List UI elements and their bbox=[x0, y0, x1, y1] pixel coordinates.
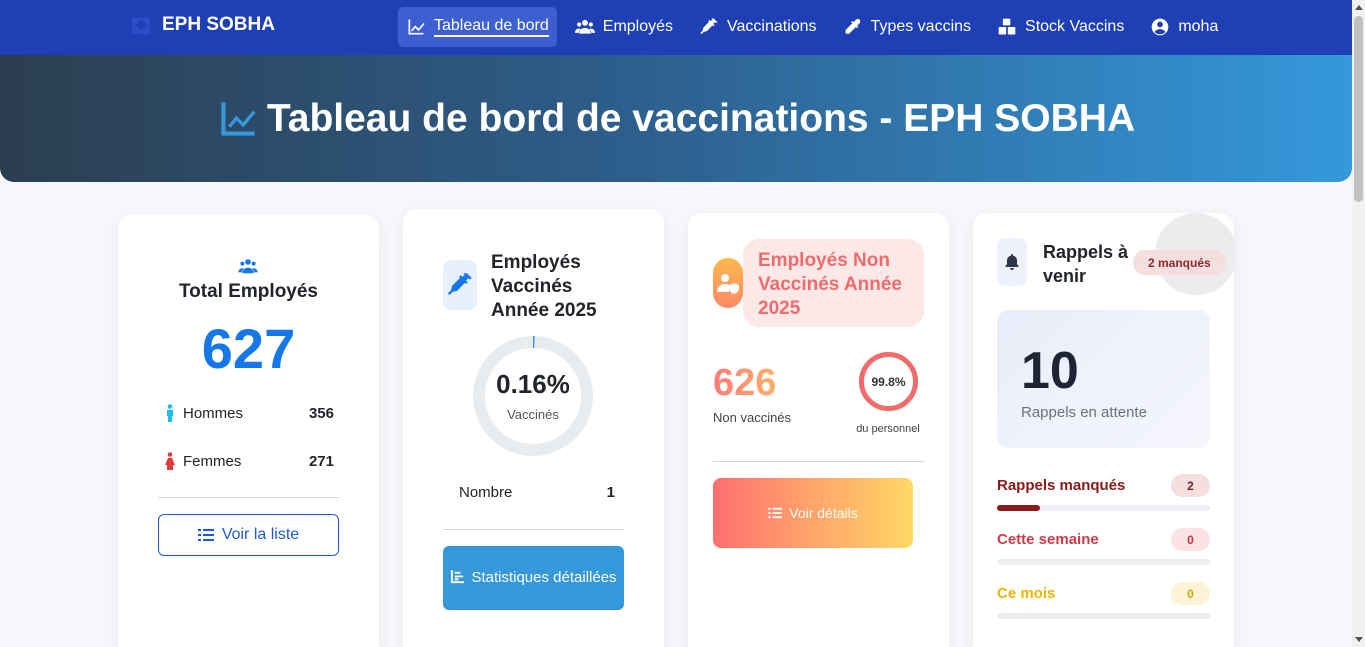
total-count: 627 bbox=[201, 317, 296, 380]
stat-this-week: Cette semaine 0 bbox=[997, 528, 1210, 565]
missed-badge: 2 manqués bbox=[1133, 250, 1226, 275]
stat-missed: Rappels manqués 2 bbox=[997, 474, 1210, 511]
stat-track bbox=[997, 559, 1210, 565]
stat-fill bbox=[997, 505, 1040, 511]
brand-name: EPH SOBHA bbox=[162, 14, 275, 35]
detailed-stats-button[interactable]: Statistiques détaillées bbox=[443, 546, 624, 610]
nav-label: moha bbox=[1178, 18, 1219, 35]
nav-item-vaccinations[interactable]: Vaccinations bbox=[691, 7, 825, 47]
chart-bar-icon bbox=[451, 569, 465, 584]
card-title: Employés Vaccinés Année 2025 bbox=[491, 252, 597, 321]
women-value: 271 bbox=[308, 452, 334, 470]
female-icon bbox=[165, 452, 175, 470]
male-icon bbox=[167, 404, 173, 422]
scrollbar-thumb[interactable] bbox=[1354, 16, 1363, 202]
nav-label: Employés bbox=[602, 18, 674, 35]
chart-line-icon bbox=[408, 19, 425, 35]
count-label: Nombre bbox=[459, 484, 513, 501]
card-title: Total Employés bbox=[178, 281, 318, 302]
card-title: Rappels à venir bbox=[1043, 242, 1129, 286]
count-value: 1 bbox=[606, 484, 615, 501]
women-row: Femmes 271 bbox=[164, 452, 334, 470]
stat-badge: 0 bbox=[1171, 582, 1210, 605]
syringe-icon bbox=[447, 272, 472, 296]
stat-track bbox=[997, 613, 1210, 619]
boxes-icon bbox=[998, 18, 1016, 35]
unvaccinated-count: 626 bbox=[713, 362, 777, 404]
divider bbox=[158, 497, 339, 498]
users-icon bbox=[574, 19, 595, 34]
count-row: Nombre 1 bbox=[459, 484, 615, 501]
user-shield-icon bbox=[717, 274, 739, 294]
stat-this-month: Ce mois 0 bbox=[997, 582, 1210, 619]
women-label: Femmes bbox=[183, 452, 242, 470]
nav-item-employes[interactable]: Employés bbox=[567, 7, 681, 47]
card-reminders: Rappels à venir 2 manqués 10 Rappels en … bbox=[973, 213, 1234, 647]
eyedropper-icon bbox=[845, 18, 860, 34]
hero-banner: Tableau de bord de vaccinations - EPH SO… bbox=[0, 55, 1352, 182]
nav-item-stock-vaccins[interactable]: Stock Vaccins bbox=[989, 7, 1132, 47]
bell-icon bbox=[1005, 254, 1019, 270]
nav-label: Tableau de bord bbox=[434, 17, 549, 37]
pending-count: 10 bbox=[1021, 342, 1079, 400]
button-label: Statistiques détaillées bbox=[471, 569, 617, 586]
pending-label: Rappels en attente bbox=[1021, 404, 1147, 421]
men-label: Hommes bbox=[183, 404, 244, 422]
scroll-down-icon[interactable] bbox=[1355, 637, 1363, 642]
vaccinated-percent: 0.16% bbox=[496, 369, 570, 399]
card-total-employes: Total Employés 627 Hommes 356 Femmes 271… bbox=[118, 214, 379, 647]
men-value: 356 bbox=[308, 404, 334, 422]
syringe-icon bbox=[700, 18, 718, 35]
unvaccinated-count-label: Non vaccinés bbox=[713, 410, 792, 425]
button-label: Voir détails bbox=[789, 505, 858, 521]
nav-item-user-menu[interactable]: moha bbox=[1142, 7, 1226, 47]
page-scrollbar[interactable] bbox=[1352, 0, 1365, 647]
top-navbar: EPH SOBHA Tableau de bord Employés Vacci… bbox=[0, 0, 1352, 55]
stat-track bbox=[997, 505, 1210, 511]
syringe-icon-box bbox=[443, 260, 477, 310]
divider bbox=[713, 461, 924, 462]
unvaccinated-percent: 99.8% bbox=[871, 375, 906, 389]
button-label: Voir la liste bbox=[221, 526, 300, 543]
view-list-button[interactable]: Voir la liste bbox=[158, 514, 339, 556]
page-title-text: Tableau de bord de vaccinations - EPH SO… bbox=[266, 96, 1136, 140]
view-details-button[interactable]: Voir détails bbox=[713, 478, 913, 548]
brand[interactable]: EPH SOBHA bbox=[130, 14, 275, 36]
card-unvaccinated: Employés Non Vaccinés Année 2025 626 Non… bbox=[688, 213, 949, 647]
user-circle-icon bbox=[1151, 18, 1169, 36]
page-title: Tableau de bord de vaccinations - EPH SO… bbox=[217, 97, 1135, 141]
list-icon bbox=[197, 529, 214, 541]
nav-item-types-vaccins[interactable]: Types vaccins bbox=[835, 7, 979, 47]
list-icon bbox=[768, 507, 783, 519]
chart-line-icon bbox=[221, 101, 256, 136]
unvaccinated-percent-label: du personnel bbox=[856, 423, 920, 435]
users-icon bbox=[238, 259, 258, 274]
card-title: Employés Non Vaccinés Année 2025 bbox=[758, 250, 902, 319]
hospital-icon bbox=[131, 17, 151, 35]
card-vaccinated: Employés Vaccinés Année 2025 0.16% Vacci… bbox=[403, 209, 664, 647]
nav-label: Vaccinations bbox=[727, 18, 817, 35]
stat-badge: 0 bbox=[1171, 528, 1210, 551]
button-content: Statistiques détaillées bbox=[450, 566, 617, 590]
nav-menu: Tableau de bord Employés Vaccinations Ty… bbox=[398, 7, 1236, 47]
scroll-up-icon[interactable] bbox=[1355, 5, 1363, 10]
vaccinated-percent-label: Vaccinés bbox=[507, 407, 559, 422]
nav-label: Stock Vaccins bbox=[1025, 18, 1125, 35]
divider bbox=[443, 529, 624, 530]
nav-item-dashboard[interactable]: Tableau de bord bbox=[398, 7, 557, 47]
stat-badge: 2 bbox=[1171, 474, 1210, 497]
men-row: Hommes 356 bbox=[164, 404, 334, 422]
user-shield-icon-box bbox=[713, 258, 743, 308]
bell-icon-box bbox=[997, 238, 1027, 286]
nav-label: Types vaccins bbox=[870, 18, 972, 35]
